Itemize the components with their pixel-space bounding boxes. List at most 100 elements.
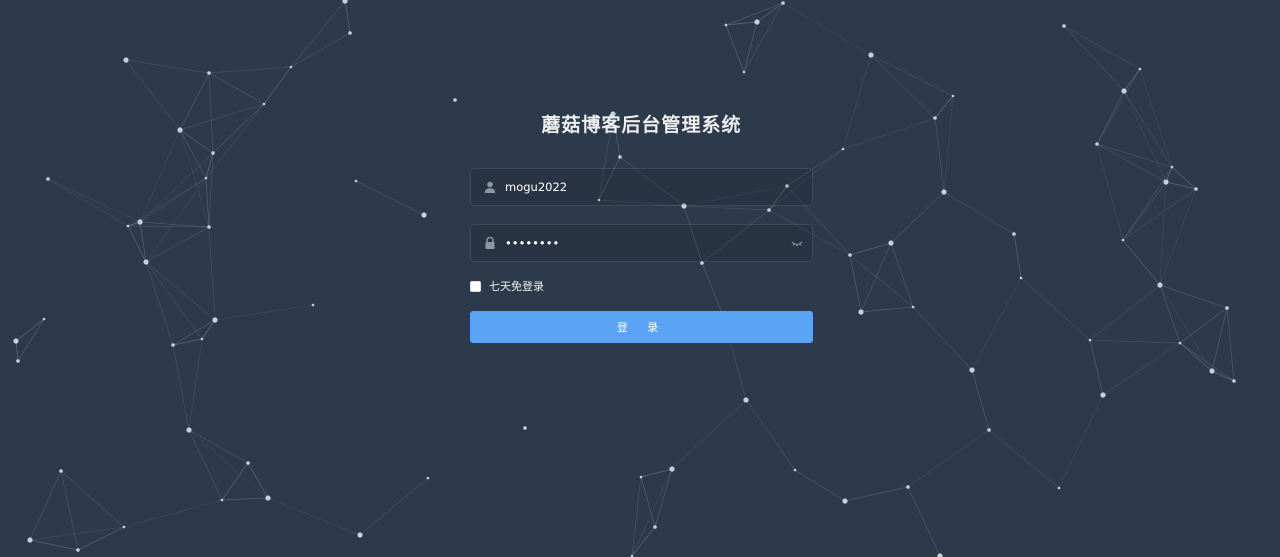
particle-dot <box>186 427 192 433</box>
particle-dot <box>754 19 760 25</box>
particle-link <box>870 54 936 119</box>
particle-dot <box>42 317 46 321</box>
particle-dot <box>1088 338 1092 342</box>
particle-dot <box>207 225 211 229</box>
particle-dot <box>888 240 894 246</box>
particle-link <box>1159 181 1167 286</box>
particle-link <box>1096 143 1173 168</box>
particle-dot <box>200 337 204 341</box>
particle-link <box>290 32 351 68</box>
particle-link <box>1122 239 1161 286</box>
particle-link <box>172 344 190 431</box>
particle-link <box>1139 68 1173 168</box>
particle-link <box>890 191 945 244</box>
particle-dot <box>1121 88 1127 94</box>
particle-link <box>1096 143 1124 241</box>
particle-link <box>221 497 269 501</box>
particle-link <box>1179 342 1235 382</box>
particle-link <box>1159 284 1213 372</box>
username-input[interactable] <box>505 169 785 205</box>
particle-dot <box>1170 165 1174 169</box>
particle-link <box>1123 68 1141 92</box>
particle-link <box>290 0 346 68</box>
particle-dot <box>906 485 910 489</box>
eye-closed-icon[interactable] <box>791 237 803 249</box>
particle-dot <box>265 495 271 501</box>
particle-link <box>844 486 909 502</box>
particle-link <box>208 72 265 105</box>
particle-link <box>907 486 941 557</box>
particle-dot <box>143 259 149 265</box>
particle-link <box>179 129 207 179</box>
particle-link <box>145 261 203 340</box>
particle-dot <box>211 151 215 155</box>
particle-link <box>1159 188 1197 286</box>
particle-dot <box>453 98 457 102</box>
particle-link <box>907 429 990 488</box>
particle-link <box>208 66 292 74</box>
particle-dot <box>669 466 675 472</box>
particle-link <box>60 470 125 528</box>
particle-dot <box>426 476 430 480</box>
particle-link <box>188 429 223 501</box>
remember-me[interactable]: 七天免登录 <box>470 276 813 296</box>
particle-dot <box>1062 24 1066 28</box>
particle-link <box>214 304 314 321</box>
particle-link <box>29 539 79 551</box>
particle-link <box>1089 284 1161 341</box>
particle-dot <box>911 305 915 309</box>
particle-link <box>794 469 846 502</box>
particle-dot <box>653 525 657 529</box>
particle-link <box>640 476 656 528</box>
particle-link <box>1063 25 1141 70</box>
particle-link <box>359 477 429 536</box>
password-field[interactable] <box>470 224 813 262</box>
particle-link <box>1089 339 1104 396</box>
particle-dot <box>177 127 183 133</box>
particle-dot <box>1100 392 1106 398</box>
particle-dot <box>1225 306 1229 310</box>
particle-link <box>179 129 214 154</box>
username-field[interactable] <box>470 168 813 206</box>
particle-link <box>1159 284 1228 309</box>
particle-dot <box>311 303 315 307</box>
particle-link <box>1013 233 1022 279</box>
particle-dot <box>841 147 845 151</box>
particle-link <box>971 369 990 431</box>
particle-dot <box>348 31 352 35</box>
particle-dot <box>220 498 224 502</box>
particle-dot <box>246 461 250 465</box>
particle-link <box>188 338 203 431</box>
particle-dot <box>1209 368 1215 374</box>
particle-dot <box>858 309 864 315</box>
particle-link <box>344 0 351 34</box>
login-form: 蘑菇博客后台管理系统 七天免登录 登 录 <box>470 110 813 343</box>
particle-dot <box>76 548 80 552</box>
particle-link <box>971 277 1022 371</box>
particle-link <box>890 242 914 308</box>
particle-dot <box>842 498 848 504</box>
particle-link <box>934 95 954 119</box>
particle-link <box>172 319 216 346</box>
particle-link <box>1096 90 1125 145</box>
remember-checkbox[interactable] <box>470 280 481 292</box>
particle-link <box>1020 277 1091 341</box>
particle-link <box>172 338 203 346</box>
particle-link <box>145 261 174 346</box>
particle-link <box>849 254 862 313</box>
particle-dot <box>137 219 143 225</box>
particle-link <box>179 103 265 131</box>
particle-link <box>743 2 784 73</box>
particle-link <box>247 462 269 499</box>
particle-dot <box>1057 486 1061 490</box>
particle-link <box>849 242 892 256</box>
particle-link <box>870 54 954 97</box>
particle-dot <box>59 469 63 473</box>
particle-dot <box>969 367 975 373</box>
particle-link <box>631 476 642 557</box>
particle-dot <box>122 525 126 529</box>
particle-link <box>988 429 1060 489</box>
password-input[interactable] <box>505 225 785 261</box>
particle-link <box>60 470 79 551</box>
login-button[interactable]: 登 录 <box>470 311 813 343</box>
